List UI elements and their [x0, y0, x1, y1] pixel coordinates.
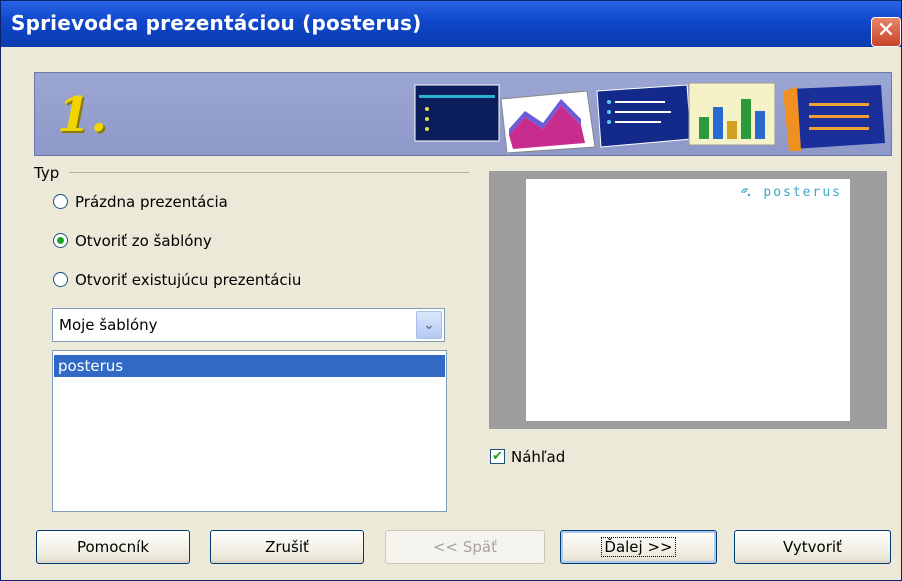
slide-bar-chart-icon — [688, 82, 776, 146]
back-button-label: << Späť — [432, 538, 498, 556]
slide-chart-icon — [500, 90, 596, 153]
radio-label: Prázdna prezentácia — [75, 193, 228, 211]
cancel-button-label: Zrušiť — [265, 538, 309, 556]
chevron-down-icon[interactable]: ⌄ — [416, 311, 442, 339]
template-list[interactable]: posterus — [52, 350, 447, 512]
help-button-label: Pomocník — [76, 538, 150, 556]
preview-pane: posterus — [489, 171, 887, 429]
help-button[interactable]: Pomocník — [36, 530, 190, 564]
slides-illustration — [414, 82, 885, 153]
radio-label: Otvoriť existujúcu prezentáciu — [75, 271, 302, 289]
preview-checkbox-row[interactable]: Náhľad — [490, 446, 565, 468]
group-divider — [69, 172, 469, 173]
next-button[interactable]: Ďalej >> — [560, 530, 717, 564]
cancel-button[interactable]: Zrušiť — [210, 530, 364, 564]
wizard-banner: 1. — [34, 72, 892, 156]
title-bar[interactable]: Sprievodca prezentáciou (posterus) ✕ — [1, 1, 901, 47]
radio-label: Otvoriť zo šablóny — [75, 232, 212, 250]
template-category-value: Moje šablóny — [59, 316, 158, 334]
logo-text: posterus — [763, 185, 842, 200]
create-button[interactable]: Vytvoriť — [734, 530, 891, 564]
close-icon: ✕ — [876, 18, 896, 43]
radio-open-existing[interactable]: Otvoriť existujúcu prezentáciu — [53, 269, 301, 291]
presentation-wizard-dialog: Sprievodca prezentáciou (posterus) ✕ 1. — [0, 0, 902, 581]
close-button[interactable]: ✕ — [871, 17, 901, 47]
preview-slide: posterus — [526, 179, 850, 421]
step-number: 1. — [57, 87, 108, 143]
template-category-select[interactable]: Moje šablóny ⌄ — [52, 308, 445, 342]
radio-indicator[interactable] — [53, 194, 68, 209]
back-button[interactable]: << Späť — [385, 530, 545, 564]
preview-checkbox-label: Náhľad — [511, 448, 566, 466]
create-button-label: Vytvoriť — [783, 538, 842, 556]
preview-checkbox[interactable] — [490, 446, 505, 468]
radio-from-template[interactable]: Otvoriť zo šablóny — [53, 230, 212, 252]
slide-list-icon — [596, 84, 692, 148]
next-button-label: Ďalej >> — [601, 537, 676, 557]
window-title: Sprievodca prezentáciou (posterus) — [11, 11, 422, 35]
list-item[interactable]: posterus — [54, 355, 445, 377]
radio-empty-presentation[interactable]: Prázdna prezentácia — [53, 191, 228, 213]
posterus-logo: posterus — [740, 185, 842, 200]
type-group-label: Typ — [34, 164, 60, 182]
radio-indicator[interactable] — [53, 233, 68, 248]
slide-dark-icon — [414, 84, 500, 142]
slide-orange-icon — [783, 85, 885, 151]
logo-mark-icon — [740, 187, 750, 196]
radio-indicator[interactable] — [53, 272, 68, 287]
